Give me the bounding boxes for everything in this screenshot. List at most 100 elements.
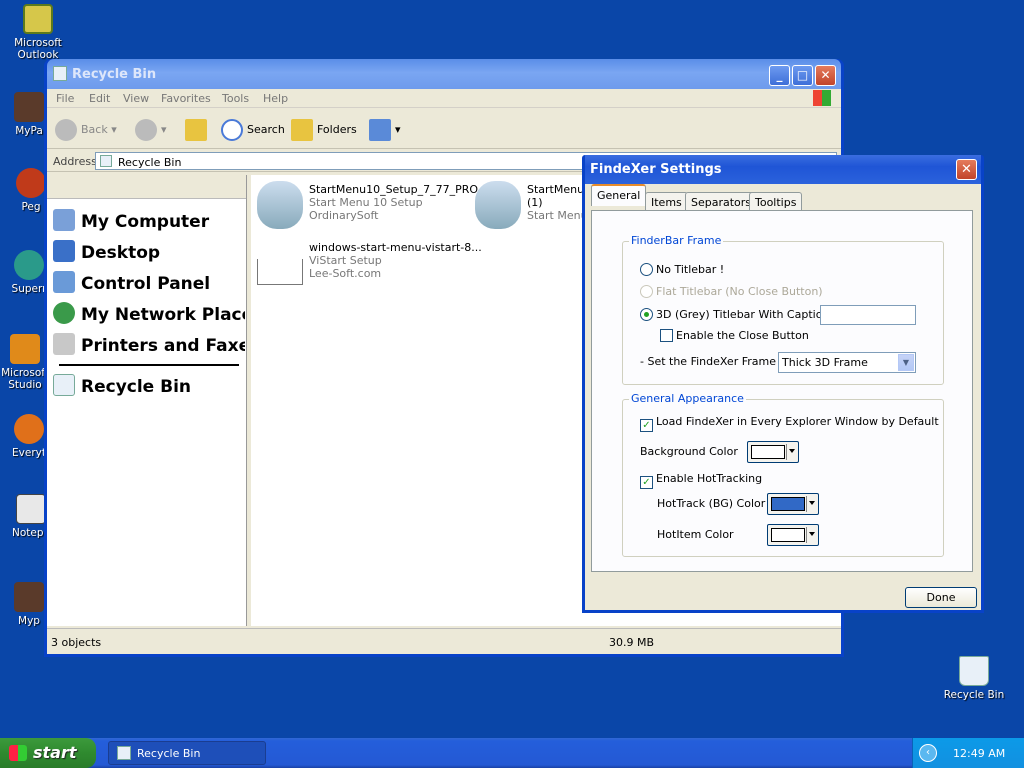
nav-control-panel[interactable]: Control Panel: [53, 271, 245, 294]
menu-favorites[interactable]: Favorites: [161, 92, 211, 105]
tab-items[interactable]: Items: [645, 192, 688, 211]
minimize-button[interactable]: _: [769, 65, 790, 86]
nav-recycle-bin[interactable]: Recycle Bin: [53, 374, 245, 397]
nav-desktop[interactable]: Desktop: [53, 240, 245, 263]
app-icon: [10, 334, 40, 364]
dialog-title: FindeXer Settings: [590, 162, 722, 177]
maximize-button[interactable]: □: [792, 65, 813, 86]
hottrack-color-label: HotTrack (BG) Color: [657, 497, 766, 510]
recycle-bin-icon: [53, 66, 67, 81]
recycle-bin-icon: [100, 155, 112, 167]
desktop-icon: [53, 240, 75, 262]
hottrack-color-picker[interactable]: [767, 493, 819, 515]
app-icon: [14, 250, 44, 280]
nav-pane: My Computer Desktop Control Panel My Net…: [47, 175, 247, 626]
tray-expand-icon[interactable]: ‹: [919, 744, 937, 762]
search-icon: [221, 119, 243, 141]
nav-my-computer[interactable]: My Computer: [53, 209, 245, 232]
menu-edit[interactable]: Edit: [89, 92, 110, 105]
printer-icon: [53, 333, 75, 355]
general-tab-panel: FinderBar Frame No Titlebar ! Flat Title…: [591, 210, 973, 572]
menu-file[interactable]: File: [56, 92, 74, 105]
window-title: Recycle Bin: [72, 67, 157, 82]
installer-icon: [257, 181, 303, 229]
start-button[interactable]: start: [0, 738, 96, 768]
enable-hottrack-checkbox[interactable]: ✓ Enable HotTracking: [640, 472, 762, 489]
file-item[interactable]: StartMenu1 (1) Start Menu: [475, 181, 595, 231]
up-button[interactable]: [185, 119, 211, 141]
explorer-titlebar[interactable]: Recycle Bin _ □ ✕: [47, 59, 841, 89]
taskbar-item-recycle-bin[interactable]: Recycle Bin: [108, 741, 266, 765]
desktop-icon-outlook[interactable]: Microsoft Outlook: [0, 4, 76, 61]
network-icon: [53, 302, 75, 324]
forward-arrow-icon: [135, 119, 157, 141]
tab-tooltips[interactable]: Tooltips: [749, 192, 803, 211]
back-button[interactable]: Back ▾: [55, 119, 117, 141]
folders-icon: [291, 119, 313, 141]
recycle-bin-icon: [959, 656, 989, 686]
hotitem-color-picker[interactable]: [767, 524, 819, 546]
views-button[interactable]: ▾: [369, 119, 401, 141]
views-icon: [369, 119, 391, 141]
folders-button[interactable]: Folders: [291, 119, 357, 141]
up-folder-icon: [185, 119, 207, 141]
recycle-bin-icon: [53, 374, 75, 396]
status-bar: 3 objects 30.9 MB: [47, 628, 841, 654]
bg-color-swatch: [751, 445, 785, 459]
menu-help[interactable]: Help: [263, 92, 288, 105]
file-item[interactable]: windows-start-menu-vistart-8... ViStart …: [257, 239, 482, 289]
radio-no-titlebar[interactable]: No Titlebar !: [640, 263, 724, 276]
close-button[interactable]: ✕: [815, 65, 836, 86]
hotitem-color-label: HotItem Color: [657, 528, 734, 541]
search-button[interactable]: Search: [221, 119, 285, 141]
windows-logo-icon: [9, 745, 27, 761]
computer-icon: [53, 209, 75, 231]
dialog-titlebar[interactable]: FindeXer Settings ✕: [585, 155, 981, 184]
desktop-icon-recycle-bin[interactable]: Recycle Bin: [936, 656, 1012, 701]
radio-3d-titlebar[interactable]: 3D (Grey) Titlebar With Caption :: [640, 308, 837, 321]
status-size: 30.9 MB: [609, 636, 655, 649]
done-button[interactable]: Done: [905, 587, 977, 608]
taskbar: start Recycle Bin ‹ 12:49 AM: [0, 738, 1024, 768]
forward-button[interactable]: ▾: [135, 119, 167, 141]
frame-label: - Set the FindeXer Frame :: [640, 355, 784, 368]
clock[interactable]: 12:49 AM: [953, 747, 1005, 760]
bg-color-picker[interactable]: [747, 441, 799, 463]
enable-close-checkbox[interactable]: Enable the Close Button: [660, 329, 809, 342]
download-icon: [257, 259, 303, 285]
caption-input[interactable]: [820, 305, 916, 325]
chevron-down-icon: ▼: [898, 354, 914, 371]
installer-icon: [475, 181, 521, 229]
system-tray: ‹ 12:49 AM: [912, 738, 1024, 768]
chevron-down-icon: [809, 532, 815, 536]
bg-color-label: Background Color: [640, 445, 738, 458]
tab-general[interactable]: General: [591, 184, 647, 206]
findexer-settings-dialog: FindeXer Settings ✕ General Items Separa…: [582, 155, 984, 613]
outlook-icon: [23, 4, 53, 34]
app-icon: [16, 168, 46, 198]
dialog-close-button[interactable]: ✕: [956, 159, 977, 180]
object-count: 3 objects: [51, 636, 102, 649]
nav-printers[interactable]: Printers and Faxes: [53, 333, 245, 356]
load-default-checkbox[interactable]: ✓ Load FindeXer in Every Explorer Window …: [640, 415, 939, 432]
toolbar: Back ▾ ▾ Search Folders ▾: [47, 109, 841, 149]
notepad-icon: [16, 494, 46, 524]
windows-logo-icon: [813, 90, 831, 106]
menu-bar: File Edit View Favorites Tools Help: [47, 89, 841, 108]
hottrack-color-swatch: [771, 497, 805, 511]
search-icon: [14, 414, 44, 444]
menu-tools[interactable]: Tools: [222, 92, 249, 105]
tab-separators[interactable]: Separators: [685, 192, 758, 211]
menu-view[interactable]: View: [123, 92, 149, 105]
recycle-bin-icon: [117, 746, 131, 760]
file-item[interactable]: StartMenu10_Setup_7_77_PRO Start Menu 10…: [257, 181, 478, 231]
nav-separator: [59, 364, 239, 366]
app-icon: [14, 582, 44, 612]
frame-select[interactable]: Thick 3D Frame ▼: [778, 352, 916, 373]
chevron-down-icon: [809, 501, 815, 505]
back-arrow-icon: [55, 119, 77, 141]
hotitem-color-swatch: [771, 528, 805, 542]
nav-network-places[interactable]: My Network Places: [53, 302, 245, 325]
app-icon: [14, 92, 44, 122]
radio-flat-titlebar[interactable]: Flat Titlebar (No Close Button): [640, 285, 823, 298]
